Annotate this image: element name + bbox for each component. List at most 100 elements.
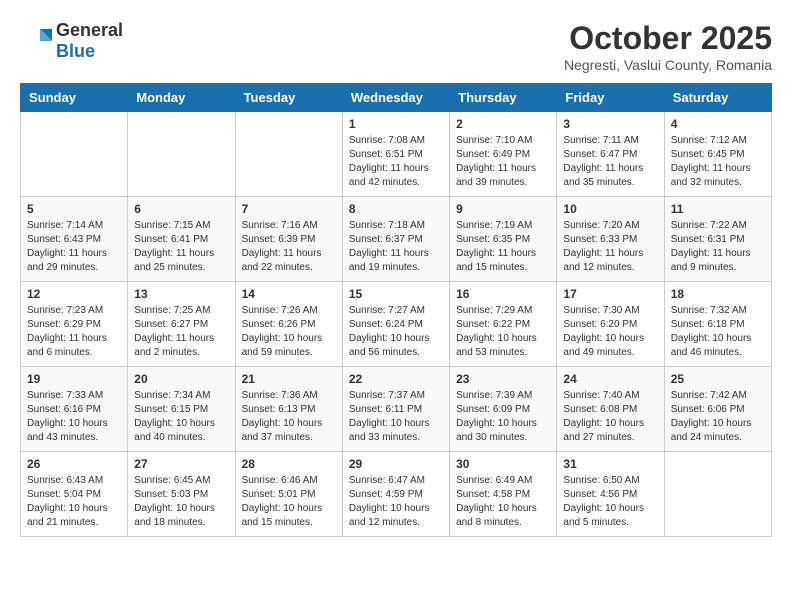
day-cell: 2Sunrise: 7:10 AM Sunset: 6:49 PM Daylig… [450,112,557,197]
day-cell: 17 Sunrise: 7:30 AM Sunset: 6:20 PM Dayli… [557,282,664,367]
col-header-sunday: Sunday [21,84,128,112]
col-header-friday: Friday [557,84,664,112]
day-cell: 25Sunrise: 7:42 AM Sunset: 6:06 PM Dayli… [664,367,771,452]
day-cell: 12Sunrise: 7:23 AM Sunset: 6:29 PM Dayli… [21,282,128,367]
col-header-monday: Monday [128,84,235,112]
day-info: Sunrise: 7:30 AM Sunset: 6:20 PM Dayligh… [563,304,657,360]
logo: General Blue [20,20,123,62]
day-number: 15 [349,287,443,301]
calendar-table: SundayMondayTuesdayWednesdayThursdayFrid… [20,83,772,537]
week-row-3: 12Sunrise: 7:23 AM Sunset: 6:29 PM Dayli… [21,282,772,367]
day-info: Sunrise: 7:19 AM Sunset: 6:35 PM Dayligh… [456,219,550,275]
day-number: 19 [27,372,121,386]
day-cell: 4 Sunrise: 7:12 AM Sunset: 6:45 PM Daylig… [664,112,771,197]
logo-blue-text: Blue [56,41,95,61]
day-cell [664,452,771,537]
day-number: 1 [349,117,443,131]
day-number: 11 [671,202,765,216]
day-cell: 16Sunrise: 7:29 AM Sunset: 6:22 PM Dayli… [450,282,557,367]
day-number: 14 [242,287,336,301]
day-cell: 24 Sunrise: 7:40 AM Sunset: 6:08 PM Dayli… [557,367,664,452]
col-header-saturday: Saturday [664,84,771,112]
day-number: 27 [134,457,228,471]
col-header-tuesday: Tuesday [235,84,342,112]
day-number: 31 [563,457,657,471]
day-number: 21 [242,372,336,386]
day-cell: 5 Sunrise: 7:14 AM Sunset: 6:43 PM Daylig… [21,197,128,282]
day-info: Sunrise: 7:22 AM Sunset: 6:31 PM Dayligh… [671,219,765,275]
day-info: Sunrise: 6:50 AM Sunset: 4:56 PM Dayligh… [563,474,657,530]
day-cell: 14 Sunrise: 7:26 AM Sunset: 6:26 PM Dayli… [235,282,342,367]
day-cell: 27 Sunrise: 6:45 AM Sunset: 5:03 PM Dayli… [128,452,235,537]
day-info: Sunrise: 7:10 AM Sunset: 6:49 PM Dayligh… [456,134,550,190]
title-area: October 2025 Negresti, Vaslui County, Ro… [564,20,772,73]
day-cell: 15Sunrise: 7:27 AM Sunset: 6:24 PM Dayli… [342,282,449,367]
day-number: 26 [27,457,121,471]
day-cell: 9 Sunrise: 7:19 AM Sunset: 6:35 PM Daylig… [450,197,557,282]
day-info: Sunrise: 7:36 AM Sunset: 6:13 PM Dayligh… [242,389,336,445]
day-cell: 10 Sunrise: 7:20 AM Sunset: 6:33 PM Dayli… [557,197,664,282]
day-cell: 21 Sunrise: 7:36 AM Sunset: 6:13 PM Dayli… [235,367,342,452]
day-number: 28 [242,457,336,471]
day-cell: 13Sunrise: 7:25 AM Sunset: 6:27 PM Dayli… [128,282,235,367]
day-number: 4 [671,117,765,131]
day-number: 7 [242,202,336,216]
week-row-5: 26Sunrise: 6:43 AM Sunset: 5:04 PM Dayli… [21,452,772,537]
col-header-thursday: Thursday [450,84,557,112]
day-info: Sunrise: 7:40 AM Sunset: 6:08 PM Dayligh… [563,389,657,445]
day-number: 6 [134,202,228,216]
day-number: 30 [456,457,550,471]
day-cell: 7Sunrise: 7:16 AM Sunset: 6:39 PM Daylig… [235,197,342,282]
day-number: 20 [134,372,228,386]
day-number: 10 [563,202,657,216]
day-number: 29 [349,457,443,471]
day-info: Sunrise: 7:11 AM Sunset: 6:47 PM Dayligh… [563,134,657,190]
day-info: Sunrise: 7:08 AM Sunset: 6:51 PM Dayligh… [349,134,443,190]
day-info: Sunrise: 7:15 AM Sunset: 6:41 PM Dayligh… [134,219,228,275]
day-info: Sunrise: 6:45 AM Sunset: 5:03 PM Dayligh… [134,474,228,530]
day-cell: 11 Sunrise: 7:22 AM Sunset: 6:31 PM Dayli… [664,197,771,282]
logo-icon [20,25,52,57]
day-number: 23 [456,372,550,386]
day-info: Sunrise: 7:20 AM Sunset: 6:33 PM Dayligh… [563,219,657,275]
day-number: 22 [349,372,443,386]
month-title: October 2025 [564,20,772,57]
day-info: Sunrise: 7:25 AM Sunset: 6:27 PM Dayligh… [134,304,228,360]
calendar-header-row: SundayMondayTuesdayWednesdayThursdayFrid… [21,84,772,112]
week-row-1: 1 Sunrise: 7:08 AM Sunset: 6:51 PM Daylig… [21,112,772,197]
day-number: 24 [563,372,657,386]
day-cell: 26Sunrise: 6:43 AM Sunset: 5:04 PM Dayli… [21,452,128,537]
day-cell: 29Sunrise: 6:47 AM Sunset: 4:59 PM Dayli… [342,452,449,537]
day-info: Sunrise: 7:32 AM Sunset: 6:18 PM Dayligh… [671,304,765,360]
day-info: Sunrise: 6:46 AM Sunset: 5:01 PM Dayligh… [242,474,336,530]
day-number: 9 [456,202,550,216]
day-cell: 19Sunrise: 7:33 AM Sunset: 6:16 PM Dayli… [21,367,128,452]
day-number: 17 [563,287,657,301]
day-info: Sunrise: 7:18 AM Sunset: 6:37 PM Dayligh… [349,219,443,275]
logo-general-text: General [56,20,123,40]
day-cell: 6 Sunrise: 7:15 AM Sunset: 6:41 PM Daylig… [128,197,235,282]
day-number: 3 [563,117,657,131]
col-header-wednesday: Wednesday [342,84,449,112]
day-cell: 22 Sunrise: 7:37 AM Sunset: 6:11 PM Dayli… [342,367,449,452]
day-info: Sunrise: 7:29 AM Sunset: 6:22 PM Dayligh… [456,304,550,360]
location-subtitle: Negresti, Vaslui County, Romania [564,57,772,73]
day-cell [21,112,128,197]
page-header: General Blue October 2025 Negresti, Vasl… [20,20,772,73]
day-cell: 8 Sunrise: 7:18 AM Sunset: 6:37 PM Daylig… [342,197,449,282]
day-cell: 23Sunrise: 7:39 AM Sunset: 6:09 PM Dayli… [450,367,557,452]
day-cell: 3 Sunrise: 7:11 AM Sunset: 6:47 PM Daylig… [557,112,664,197]
day-info: Sunrise: 7:42 AM Sunset: 6:06 PM Dayligh… [671,389,765,445]
week-row-2: 5 Sunrise: 7:14 AM Sunset: 6:43 PM Daylig… [21,197,772,282]
day-info: Sunrise: 7:14 AM Sunset: 6:43 PM Dayligh… [27,219,121,275]
day-number: 5 [27,202,121,216]
day-number: 8 [349,202,443,216]
day-cell [128,112,235,197]
day-cell [235,112,342,197]
day-number: 12 [27,287,121,301]
day-info: Sunrise: 7:37 AM Sunset: 6:11 PM Dayligh… [349,389,443,445]
day-cell: 20Sunrise: 7:34 AM Sunset: 6:15 PM Dayli… [128,367,235,452]
day-cell: 18Sunrise: 7:32 AM Sunset: 6:18 PM Dayli… [664,282,771,367]
day-info: Sunrise: 7:26 AM Sunset: 6:26 PM Dayligh… [242,304,336,360]
day-info: Sunrise: 7:12 AM Sunset: 6:45 PM Dayligh… [671,134,765,190]
